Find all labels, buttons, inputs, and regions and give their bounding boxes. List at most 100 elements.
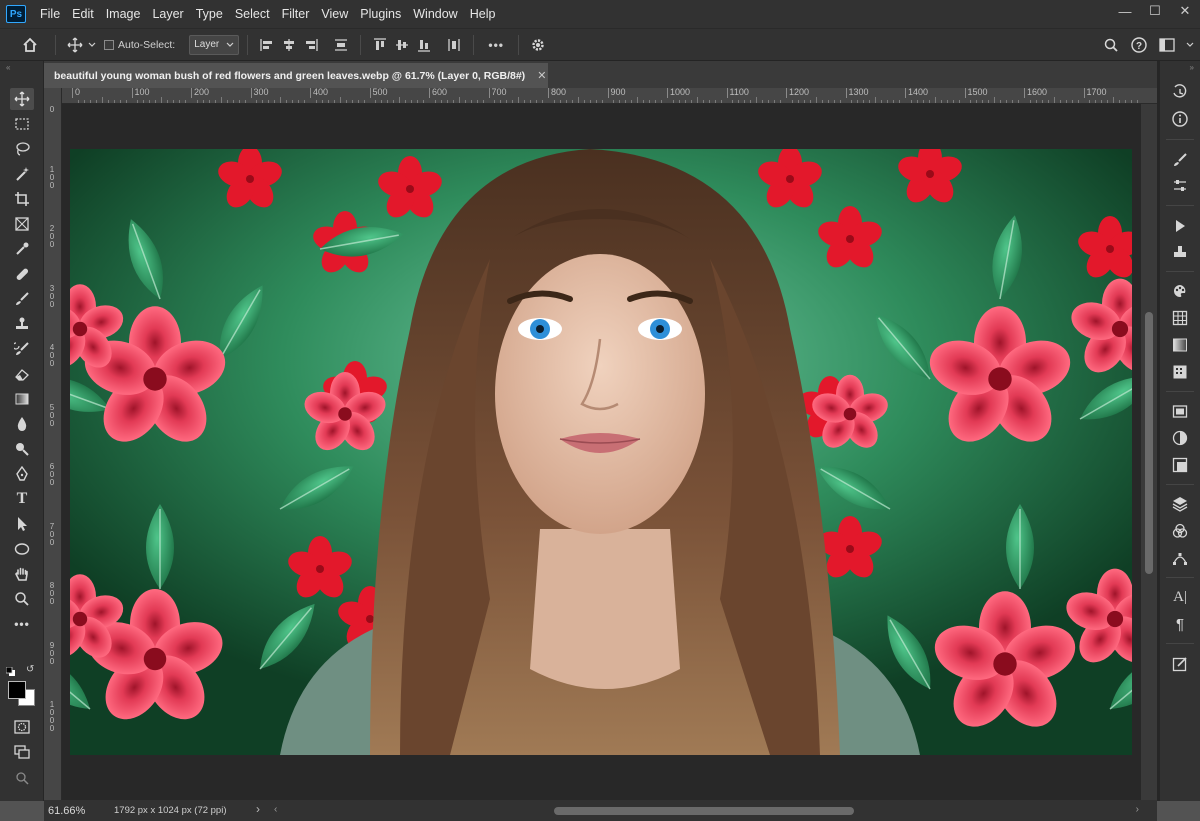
paths-icon[interactable]	[1168, 547, 1192, 569]
lasso-tool-icon[interactable]	[10, 138, 34, 160]
edit-toolbar-button[interactable]: •••	[10, 613, 34, 635]
align-top-icon[interactable]	[369, 34, 391, 56]
magic-wand-tool-icon[interactable]	[10, 163, 34, 185]
paragraph-panel-icon[interactable]: ¶	[1168, 613, 1192, 635]
swatches-grid-icon[interactable]	[1168, 307, 1192, 329]
horizontal-scroll-thumb[interactable]	[554, 807, 854, 815]
crop-tool-icon[interactable]	[10, 188, 34, 210]
eyedropper-tool-icon[interactable]	[10, 238, 34, 260]
menu-item-file[interactable]: File	[34, 0, 66, 28]
ruler-minor-tick	[482, 100, 484, 103]
menu-item-plugins[interactable]: Plugins	[354, 0, 407, 28]
patterns-icon[interactable]	[1168, 361, 1192, 383]
workspace-icon[interactable]	[1156, 34, 1178, 56]
adjustments-sliders-icon[interactable]	[1168, 175, 1192, 197]
auto-select-target-dropdown[interactable]: Layer	[189, 34, 240, 55]
quick-mask-icon[interactable]	[10, 716, 34, 738]
horizontal-scrollbar[interactable]: ‹ ›	[274, 802, 1139, 818]
menu-item-view[interactable]: View	[315, 0, 354, 28]
search-icon[interactable]	[1100, 34, 1122, 56]
adjustments-icon[interactable]	[1168, 427, 1192, 449]
properties-edit-icon[interactable]	[1168, 653, 1192, 675]
swap-colors-icon[interactable]: ↺	[26, 665, 36, 675]
character-panel-icon[interactable]: A|	[1168, 586, 1192, 608]
document-image[interactable]	[70, 149, 1132, 755]
gear-icon[interactable]	[527, 34, 549, 56]
menu-item-type[interactable]: Type	[190, 0, 229, 28]
help-icon[interactable]: ?	[1128, 34, 1150, 56]
vertical-scrollbar[interactable]	[1141, 104, 1157, 800]
screen-mode-icon[interactable]	[10, 741, 34, 763]
maximize-button[interactable]: ☐	[1140, 0, 1170, 22]
menu-item-edit[interactable]: Edit	[66, 0, 100, 28]
hand-tool-icon[interactable]	[10, 563, 34, 585]
libraries-icon[interactable]	[1168, 400, 1192, 422]
collapse-icon[interactable]: »	[1190, 63, 1194, 72]
auto-select-checkbox[interactable]: Auto-Select:	[104, 39, 175, 51]
scroll-right-icon[interactable]: ›	[1136, 804, 1139, 815]
minimize-button[interactable]: —	[1110, 0, 1140, 22]
pen-tool-icon[interactable]	[10, 463, 34, 485]
home-icon[interactable]	[19, 34, 41, 56]
frame-tool-icon[interactable]	[10, 213, 34, 235]
dodge-tool-icon[interactable]	[10, 438, 34, 460]
gradient-tool-icon[interactable]	[10, 388, 34, 410]
menu-item-help[interactable]: Help	[464, 0, 502, 28]
vertical-ruler[interactable]: 0 1 0 0 2 0 0 3 0 0 4 0 0 5 0 0 6 0 0 7 0 0 8 0 …	[44, 88, 62, 800]
move-tool-icon[interactable]	[64, 34, 86, 56]
horizontal-ruler[interactable]: 0 100 200 300 400 500 600 700 800 900 1000 1100 1200…	[62, 88, 1157, 104]
healing-brush-tool-icon[interactable]	[10, 263, 34, 285]
styles-icon[interactable]	[1168, 454, 1192, 476]
layers-icon[interactable]	[1168, 493, 1192, 515]
clone-stamp-tool-icon[interactable]	[10, 313, 34, 335]
align-vertical-center-icon[interactable]	[391, 34, 413, 56]
menu-item-window[interactable]: Window	[407, 0, 463, 28]
play-actions-icon[interactable]	[1168, 215, 1192, 237]
menu-item-select[interactable]: Select	[229, 0, 276, 28]
default-colors-icon[interactable]	[5, 665, 15, 676]
more-options-button[interactable]: •••	[482, 34, 510, 56]
move-tool-icon[interactable]	[10, 88, 34, 110]
menu-item-layer[interactable]: Layer	[146, 0, 189, 28]
status-menu-arrow[interactable]: ›	[256, 802, 260, 816]
eraser-tool-icon[interactable]	[10, 363, 34, 385]
ellipse-tool-icon[interactable]	[10, 538, 34, 560]
chevron-down-icon[interactable]	[1184, 34, 1196, 56]
menu-item-image[interactable]: Image	[100, 0, 147, 28]
channels-icon[interactable]	[1168, 520, 1192, 542]
align-right-icon[interactable]	[300, 34, 322, 56]
checkbox-box[interactable]	[104, 39, 114, 50]
marquee-tool-icon[interactable]	[10, 113, 34, 135]
align-left-icon[interactable]	[256, 34, 278, 56]
stamp-icon[interactable]	[1168, 241, 1192, 263]
distribute-horizontal-icon[interactable]	[443, 34, 465, 56]
history-icon[interactable]	[1168, 81, 1192, 103]
photoshop-logo-icon[interactable]: Ps	[6, 5, 26, 23]
gradients-icon[interactable]	[1168, 334, 1192, 356]
type-tool-icon[interactable]: T	[10, 488, 34, 510]
blur-tool-icon[interactable]	[10, 413, 34, 435]
align-bottom-icon[interactable]	[413, 34, 435, 56]
align-horizontal-center-icon[interactable]	[278, 34, 300, 56]
scroll-left-icon[interactable]: ‹	[274, 804, 277, 815]
foreground-color-swatch[interactable]	[8, 681, 26, 699]
share-icon[interactable]	[10, 767, 34, 789]
path-selection-tool-icon[interactable]	[10, 513, 34, 535]
zoom-tool-icon[interactable]	[10, 588, 34, 610]
ruler-minor-tick	[1041, 100, 1043, 103]
brush-settings-icon[interactable]	[1168, 149, 1192, 171]
history-brush-tool-icon[interactable]	[10, 338, 34, 360]
vertical-scroll-thumb[interactable]	[1145, 312, 1153, 574]
close-icon[interactable]: ✕	[537, 69, 546, 82]
close-button[interactable]: ✕	[1170, 0, 1200, 22]
document-tab[interactable]: beautiful young woman bush of red flower…	[44, 63, 548, 88]
color-palette-icon[interactable]	[1168, 280, 1192, 302]
collapse-icon[interactable]: «	[6, 63, 10, 72]
zoom-level-field[interactable]: 61.66%	[44, 805, 94, 817]
canvas-area[interactable]	[62, 104, 1141, 800]
distribute-vertical-icon[interactable]	[330, 34, 352, 56]
info-icon[interactable]	[1168, 108, 1192, 130]
brush-tool-icon[interactable]	[10, 288, 34, 310]
chevron-down-icon[interactable]	[86, 34, 98, 56]
menu-item-filter[interactable]: Filter	[276, 0, 316, 28]
